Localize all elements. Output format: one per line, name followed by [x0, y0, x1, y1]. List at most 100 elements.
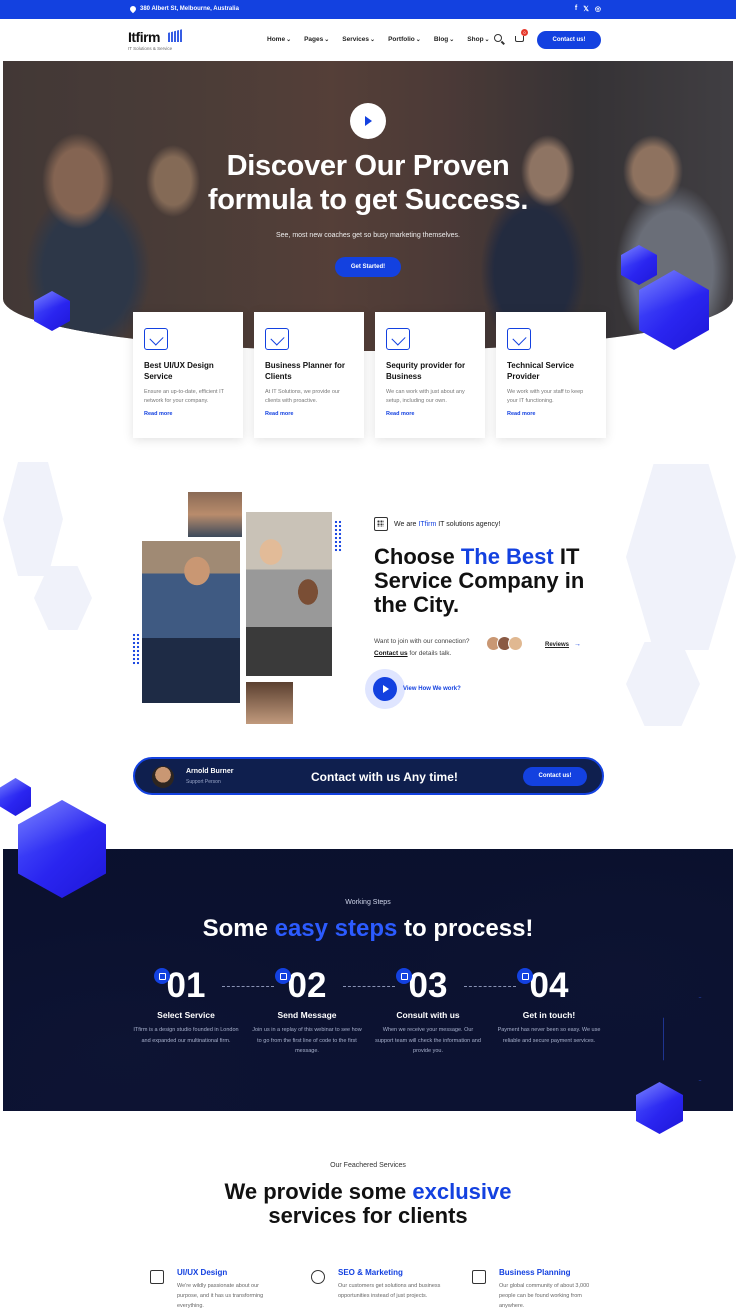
step-text: ITfirm is a design studio founded in Lon… — [133, 1027, 239, 1044]
play-icon[interactable] — [373, 677, 397, 701]
step-number: 03 — [395, 966, 447, 1006]
step-title: Send Message — [277, 1010, 337, 1020]
hero-play-icon[interactable] — [350, 103, 386, 139]
address: 380 Albert St, Melbourne, Australia — [128, 4, 239, 14]
instagram-icon[interactable]: ◎ — [595, 5, 601, 13]
avatar — [508, 636, 523, 651]
read-more-link[interactable]: Read more — [144, 411, 232, 417]
service-title: UI/UX Design — [177, 1268, 228, 1277]
services-title: We provide some exclusive services for c… — [224, 1179, 512, 1228]
hexagon-decoration — [3, 462, 63, 576]
card-title: Business Planner for Clients — [265, 361, 346, 381]
hero-title: Discover Our Proven formula to get Succe… — [3, 149, 733, 217]
contact-us-link[interactable]: Contact us — [374, 650, 408, 657]
reviews-link[interactable]: Reviews — [545, 642, 569, 648]
security-hand-icon — [386, 328, 410, 350]
cart-icon[interactable]: 0 — [515, 29, 528, 42]
card-title: Sequrity provider for Business — [386, 361, 466, 381]
nav-services[interactable]: Services — [342, 36, 375, 43]
step-title: Select Service — [157, 1010, 215, 1020]
steps-title-highlight: easy steps — [274, 915, 398, 942]
globe-icon — [311, 1270, 325, 1284]
logo[interactable]: Itfirm IT Solutions & Service — [128, 29, 183, 51]
header-contact-button[interactable]: Contact us! — [537, 31, 601, 49]
featured-service[interactable]: Business Planning Our global community o… — [472, 1268, 602, 1308]
read-more-link[interactable]: Read more — [386, 411, 474, 417]
building-icon — [374, 517, 388, 531]
services-kicker: Our Feachered Services — [330, 1162, 406, 1169]
working-steps-section: Working Steps Some easy steps to process… — [3, 849, 736, 1111]
featured-service[interactable]: UI/UX Design We're wildly passionate abo… — [150, 1268, 280, 1308]
nav-pages[interactable]: Pages — [304, 36, 329, 43]
step-number: 04 — [516, 966, 568, 1006]
read-more-link[interactable]: Read more — [507, 411, 595, 417]
monitor-icon — [150, 1270, 164, 1284]
team-photo — [188, 492, 242, 537]
service-card[interactable]: Business Planner for Clients At IT Solut… — [254, 312, 364, 438]
support-avatar — [152, 766, 174, 788]
contact-bar-text: Contact with us Any time! — [311, 770, 458, 784]
address-text: 380 Albert St, Melbourne, Australia — [140, 6, 239, 12]
nav-home[interactable]: Home — [267, 36, 291, 43]
service-card[interactable]: Best UI/UX Design Service Ensure an up-t… — [133, 312, 243, 438]
kicker-text: We are ITfirm IT solutions agency! — [394, 520, 501, 528]
facebook-icon[interactable]: f — [575, 5, 577, 13]
step-title: Get in touch! — [522, 1010, 576, 1020]
location-pin-icon — [128, 4, 138, 14]
support-name: Arnold Burner — [186, 768, 234, 775]
hexagon-decoration — [626, 642, 700, 726]
step-item: 03 Consult with us When we receive your … — [373, 966, 483, 1057]
service-card[interactable]: Sequrity provider for Business We can wo… — [375, 312, 485, 438]
step-title: Consult with us — [396, 1010, 460, 1020]
step-number: 01 — [153, 966, 205, 1006]
step-item: 04 Get in touch! Payment has never been … — [494, 966, 604, 1046]
team-photo — [142, 541, 240, 703]
about-kicker: We are ITfirm IT solutions agency! — [374, 517, 500, 531]
site-header: Itfirm IT Solutions & Service Home Pages… — [0, 19, 736, 61]
link-icon — [516, 968, 533, 984]
card-text: Ensure an up-to-date, efficient IT netwo… — [144, 389, 224, 404]
card-title: Technical Service Provider — [507, 361, 574, 381]
service-cards: Best UI/UX Design Service Ensure an up-t… — [133, 312, 606, 438]
contact-bar: Arnold Burner Support Person Contact wit… — [133, 757, 604, 795]
hero-title-line1: Discover Our Proven — [226, 150, 510, 182]
card-text: We can work with just about any setup, i… — [386, 389, 465, 404]
about-question: Want to join with our connection? Contac… — [374, 638, 470, 657]
service-title: SEO & Marketing — [338, 1268, 403, 1277]
service-title: Business Planning — [499, 1268, 571, 1277]
service-card[interactable]: Technical Service Provider We work with … — [496, 312, 606, 438]
step-item: 01 Select Service ITfirm is a design stu… — [131, 966, 241, 1046]
nav-shop[interactable]: Shop — [467, 36, 489, 43]
twitter-icon[interactable]: 𝕏 — [583, 5, 589, 13]
dots-decoration — [334, 520, 342, 552]
search-icon[interactable] — [494, 34, 502, 42]
view-how-we-work-link[interactable]: View How We work? — [403, 686, 461, 692]
service-text: Our global community of about 3,000 peop… — [499, 1283, 590, 1308]
step-text: Join us in a replay of this webinar to s… — [252, 1027, 362, 1054]
nav-blog[interactable]: Blog — [434, 36, 454, 43]
team-photo — [246, 682, 293, 724]
card-text: At IT Solutions, we provide our clients … — [265, 389, 340, 404]
read-more-link[interactable]: Read more — [265, 411, 353, 417]
service-text: Our customers get solutions and business… — [338, 1283, 441, 1299]
design-icon — [144, 328, 168, 350]
edit-icon — [274, 968, 291, 984]
hero-subtitle: See, most new coaches get so busy market… — [275, 232, 461, 239]
arrow-right-icon[interactable]: → — [574, 641, 581, 648]
hero: Discover Our Proven formula to get Succe… — [3, 61, 733, 351]
steps-kicker: Working Steps — [345, 899, 391, 906]
hexagon-decoration — [626, 464, 736, 650]
wireframe-hexagon-decoration — [663, 997, 736, 1081]
consult-icon — [395, 968, 412, 984]
kicker-brand: ITfirm — [418, 520, 437, 528]
main-nav: Home Pages Services Portfolio Blog Shop — [267, 36, 490, 43]
nav-portfolio[interactable]: Portfolio — [388, 36, 421, 43]
support-role: Support Person — [186, 779, 221, 785]
featured-service[interactable]: SEO & Marketing Our customers get soluti… — [311, 1268, 441, 1301]
about-title: Choose The Best IT Service Company in th… — [374, 544, 585, 617]
services-title-highlight: exclusive — [412, 1179, 512, 1204]
dots-decoration — [132, 633, 140, 665]
contact-bar-button[interactable]: Contact us! — [523, 767, 587, 786]
logo-name: Itfirm — [128, 29, 161, 45]
get-started-button[interactable]: Get Started! — [335, 257, 401, 277]
